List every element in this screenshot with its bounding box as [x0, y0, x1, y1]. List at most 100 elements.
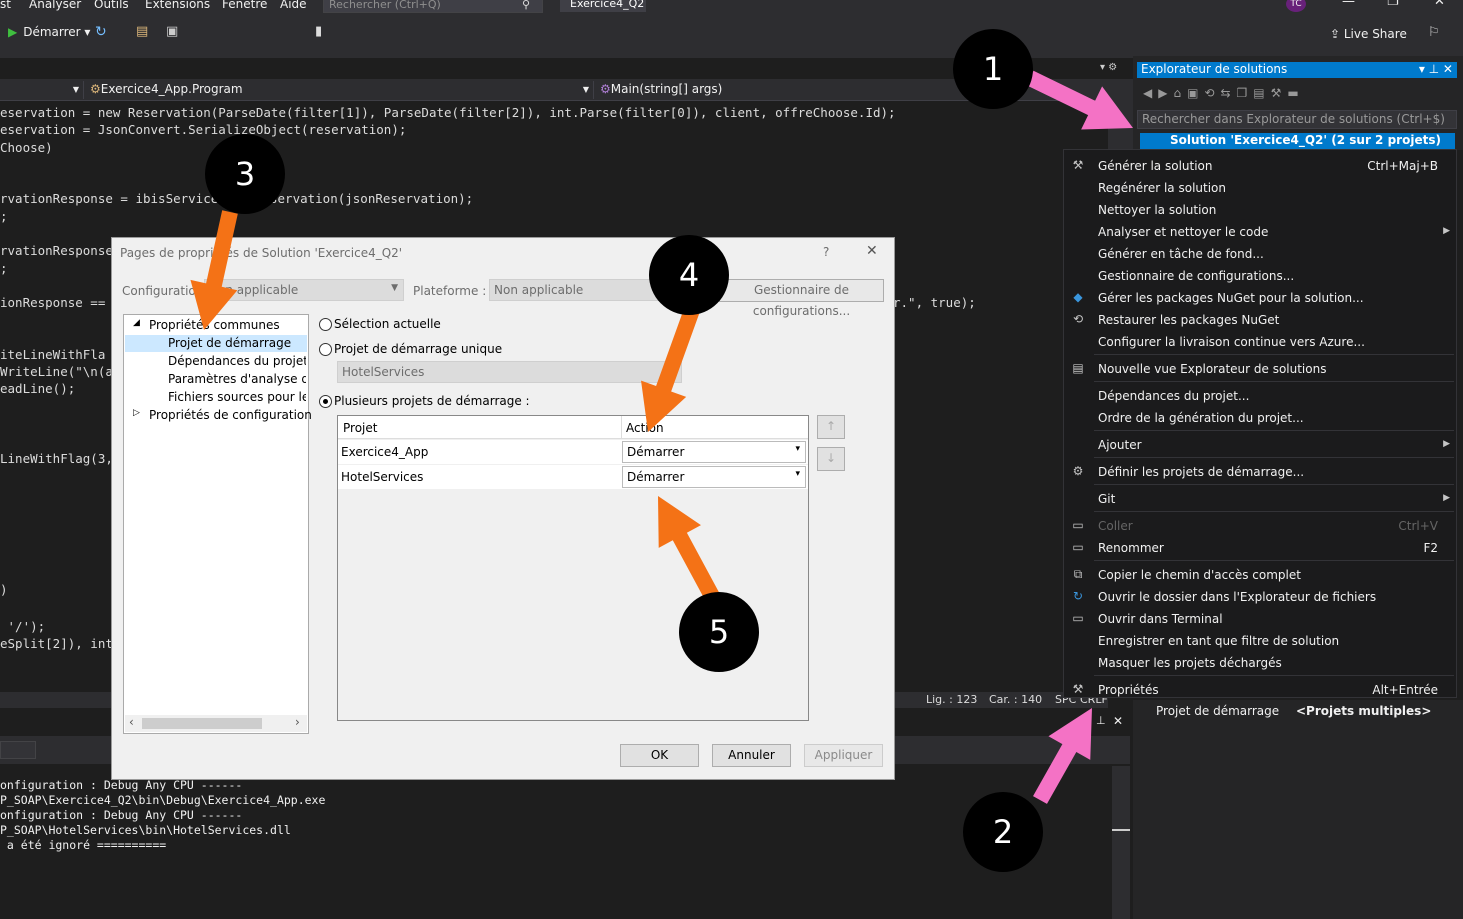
submenu-arrow-icon: ▶	[1443, 439, 1450, 449]
config-value: Non applicable	[209, 283, 299, 297]
context-menu-item[interactable]: ⚒ Propriétés Alt+Entrée	[1064, 679, 1456, 701]
menu-item-aide[interactable]: Aide	[280, 0, 307, 11]
live-share-button[interactable]: ⇪ Live Share	[1330, 27, 1407, 41]
cancel-button[interactable]: Annuler	[712, 744, 791, 767]
move-down-button[interactable]: ↓	[817, 447, 845, 471]
solution-explorer-search[interactable]: Rechercher dans Explorateur de solutions…	[1137, 110, 1457, 129]
config-combo: Non applicable ▼	[204, 279, 404, 301]
minimize-icon[interactable]: —	[1342, 0, 1355, 9]
callout-badge: 5	[679, 592, 759, 672]
pin-icon[interactable]: ⊥	[1096, 714, 1106, 727]
context-menu-item[interactable]: ▭ Ouvrir dans Terminal	[1064, 608, 1456, 630]
property-value[interactable]: <Projets multiples>	[1296, 704, 1431, 718]
output-scrollbar[interactable]	[1112, 766, 1130, 919]
context-menu-label: Dépendances du projet...	[1098, 389, 1250, 403]
folder-icon[interactable]: ▤	[136, 24, 148, 39]
bookmark-icon[interactable]: ▮	[315, 24, 322, 39]
context-menu-item[interactable]: ⧉ Copier le chemin d'accès complet	[1064, 564, 1456, 586]
context-menu-item[interactable]: Regénérer la solution	[1064, 177, 1456, 199]
solution-explorer-title: Explorateur de solutions ▾ ⊥ ✕	[1137, 62, 1457, 78]
context-menu-item[interactable]: ▤ Nouvelle vue Explorateur de solutions	[1064, 358, 1456, 380]
radio-single[interactable]	[319, 343, 332, 356]
context-menu-item[interactable]: Masquer les projets déchargés	[1064, 652, 1456, 674]
scroll-thumb[interactable]	[142, 718, 262, 729]
context-menu-item[interactable]: ⚙ Définir les projets de démarrage...	[1064, 461, 1456, 483]
context-menu-item[interactable]: ⟲ Restaurer les packages NuGet	[1064, 309, 1456, 331]
code-line: Choose)	[0, 140, 53, 155]
restore-icon[interactable]: ❐	[1387, 0, 1399, 9]
help-button[interactable]: ?	[823, 245, 829, 259]
menu-item-fenetre[interactable]: Fenêtre	[222, 0, 267, 11]
action-select[interactable]: Démarrer ▾	[622, 466, 806, 488]
context-menu-label: Définir les projets de démarrage...	[1098, 465, 1305, 479]
move-up-button[interactable]: ↑	[817, 415, 845, 439]
context-menu-item[interactable]: Enregistrer en tant que filtre de soluti…	[1064, 630, 1456, 652]
solution-explorer-toolbar[interactable]: ◀▶⌂▣⟲⇆❐▤⚒▬	[1143, 86, 1305, 100]
callout-badge: 4	[649, 235, 729, 315]
radio-current[interactable]	[319, 318, 332, 331]
tree-item-analysis[interactable]: Paramètres d'analyse du code	[168, 372, 306, 386]
solution-tree-item[interactable]: Solution 'Exercice4_Q2' (2 sur 2 projets…	[1140, 133, 1455, 149]
close-window-icon[interactable]: ✕	[1434, 0, 1445, 9]
tree-hscrollbar[interactable]: ‹ ›	[125, 715, 307, 732]
context-menu-item[interactable]: ↻ Ouvrir le dossier dans l'Explorateur de…	[1064, 586, 1456, 608]
share-icon: ⇪	[1330, 27, 1344, 41]
context-menu-item[interactable]: ▭ Renommer F2	[1064, 537, 1456, 559]
refresh-icon[interactable]: ↻	[95, 24, 107, 40]
context-menu-item[interactable]: Git ▶	[1064, 488, 1456, 510]
close-output-icon[interactable]: ✕	[1113, 714, 1123, 728]
context-menu-label: Gérer les packages NuGet pour la solutio…	[1098, 291, 1364, 305]
class-combo[interactable]: ⚙Exercice4_App.Program ▼	[86, 81, 594, 99]
ok-button[interactable]: OK	[620, 744, 699, 767]
grid-header: Projet Action	[338, 416, 808, 439]
scroll-left-icon[interactable]: ‹	[129, 715, 134, 729]
collapse-icon[interactable]: ◢	[133, 318, 140, 328]
menu-separator	[1094, 511, 1454, 512]
expand-icon[interactable]: ▷	[133, 408, 140, 418]
screen-icon[interactable]: ▣	[166, 24, 178, 39]
context-menu-item[interactable]: Dépendances du projet...	[1064, 385, 1456, 407]
scroll-right-icon[interactable]: ›	[295, 715, 300, 729]
close-dialog-icon[interactable]: ✕	[866, 243, 878, 259]
shortcut-label: Ctrl+V	[1398, 519, 1438, 533]
close-panel-icon[interactable]: ▾ ⊥ ✕	[1419, 62, 1453, 76]
tree-item-common[interactable]: Propriétés communes	[149, 318, 280, 332]
code-line: eservation = JsonConvert.SerializeObject…	[0, 122, 407, 137]
context-menu-item[interactable]: Analyser et nettoyer le code ▶	[1064, 221, 1456, 243]
menu-item-outils[interactable]: Outils	[94, 0, 129, 11]
context-menu-item[interactable]: Nettoyer la solution	[1064, 199, 1456, 221]
context-menu-item[interactable]: Ajouter ▶	[1064, 434, 1456, 456]
menu-item[interactable]: st	[0, 0, 11, 11]
global-search-input[interactable]: Rechercher (Ctrl+Q) ⚲	[323, 0, 543, 13]
context-menu-item[interactable]: Générer en tâche de fond...	[1064, 243, 1456, 265]
project-combo[interactable]: ▼	[0, 81, 84, 99]
radio-multiple[interactable]	[319, 395, 332, 408]
tree-item-deps[interactable]: Dépendances du projet	[168, 354, 306, 368]
feedback-icon[interactable]: ⚐	[1428, 25, 1440, 40]
grid-header-action: Action	[626, 421, 664, 435]
code-line: eadLine();	[0, 381, 76, 396]
action-select[interactable]: Démarrer ▾	[622, 441, 806, 463]
output-source-combo[interactable]	[0, 741, 36, 759]
live-share-label: Live Share	[1343, 27, 1407, 41]
context-menu-item[interactable]: Configurer la livraison continue vers Az…	[1064, 331, 1456, 353]
context-menu-label: Analyser et nettoyer le code	[1098, 225, 1269, 239]
tree-item-startup[interactable]: Projet de démarrage	[168, 336, 291, 350]
context-menu-label: Ordre de la génération du projet...	[1098, 411, 1304, 425]
menu-item-analyser[interactable]: Analyser	[29, 0, 81, 11]
context-menu-item[interactable]: ◆ Gérer les packages NuGet pour la soluti…	[1064, 287, 1456, 309]
dropdown-icon[interactable]: ▾ ⚙	[1100, 62, 1117, 73]
menu-item-extensions[interactable]: Extensions	[145, 0, 210, 11]
tree-item-config[interactable]: Propriétés de configuration	[149, 408, 312, 422]
apply-button[interactable]: Appliquer	[804, 744, 883, 767]
properties-pane: Projet de démarrage <Projets multiples>	[1133, 700, 1463, 919]
platform-label: Plateforme :	[413, 284, 487, 298]
context-menu-item[interactable]: Ordre de la génération du projet...	[1064, 407, 1456, 429]
context-menu-item[interactable]: Gestionnaire de configurations...	[1064, 265, 1456, 287]
start-button[interactable]: ▶ Démarrer ▾	[8, 25, 90, 39]
tree-item-sources[interactable]: Fichiers sources pour le débogage	[168, 390, 306, 404]
menu-separator	[1094, 457, 1454, 458]
context-menu-item[interactable]: ⚒ Générer la solution Ctrl+Maj+B	[1064, 155, 1456, 177]
shortcut-label: F2	[1423, 541, 1438, 555]
copy-icon: ⧉	[1073, 567, 1083, 581]
